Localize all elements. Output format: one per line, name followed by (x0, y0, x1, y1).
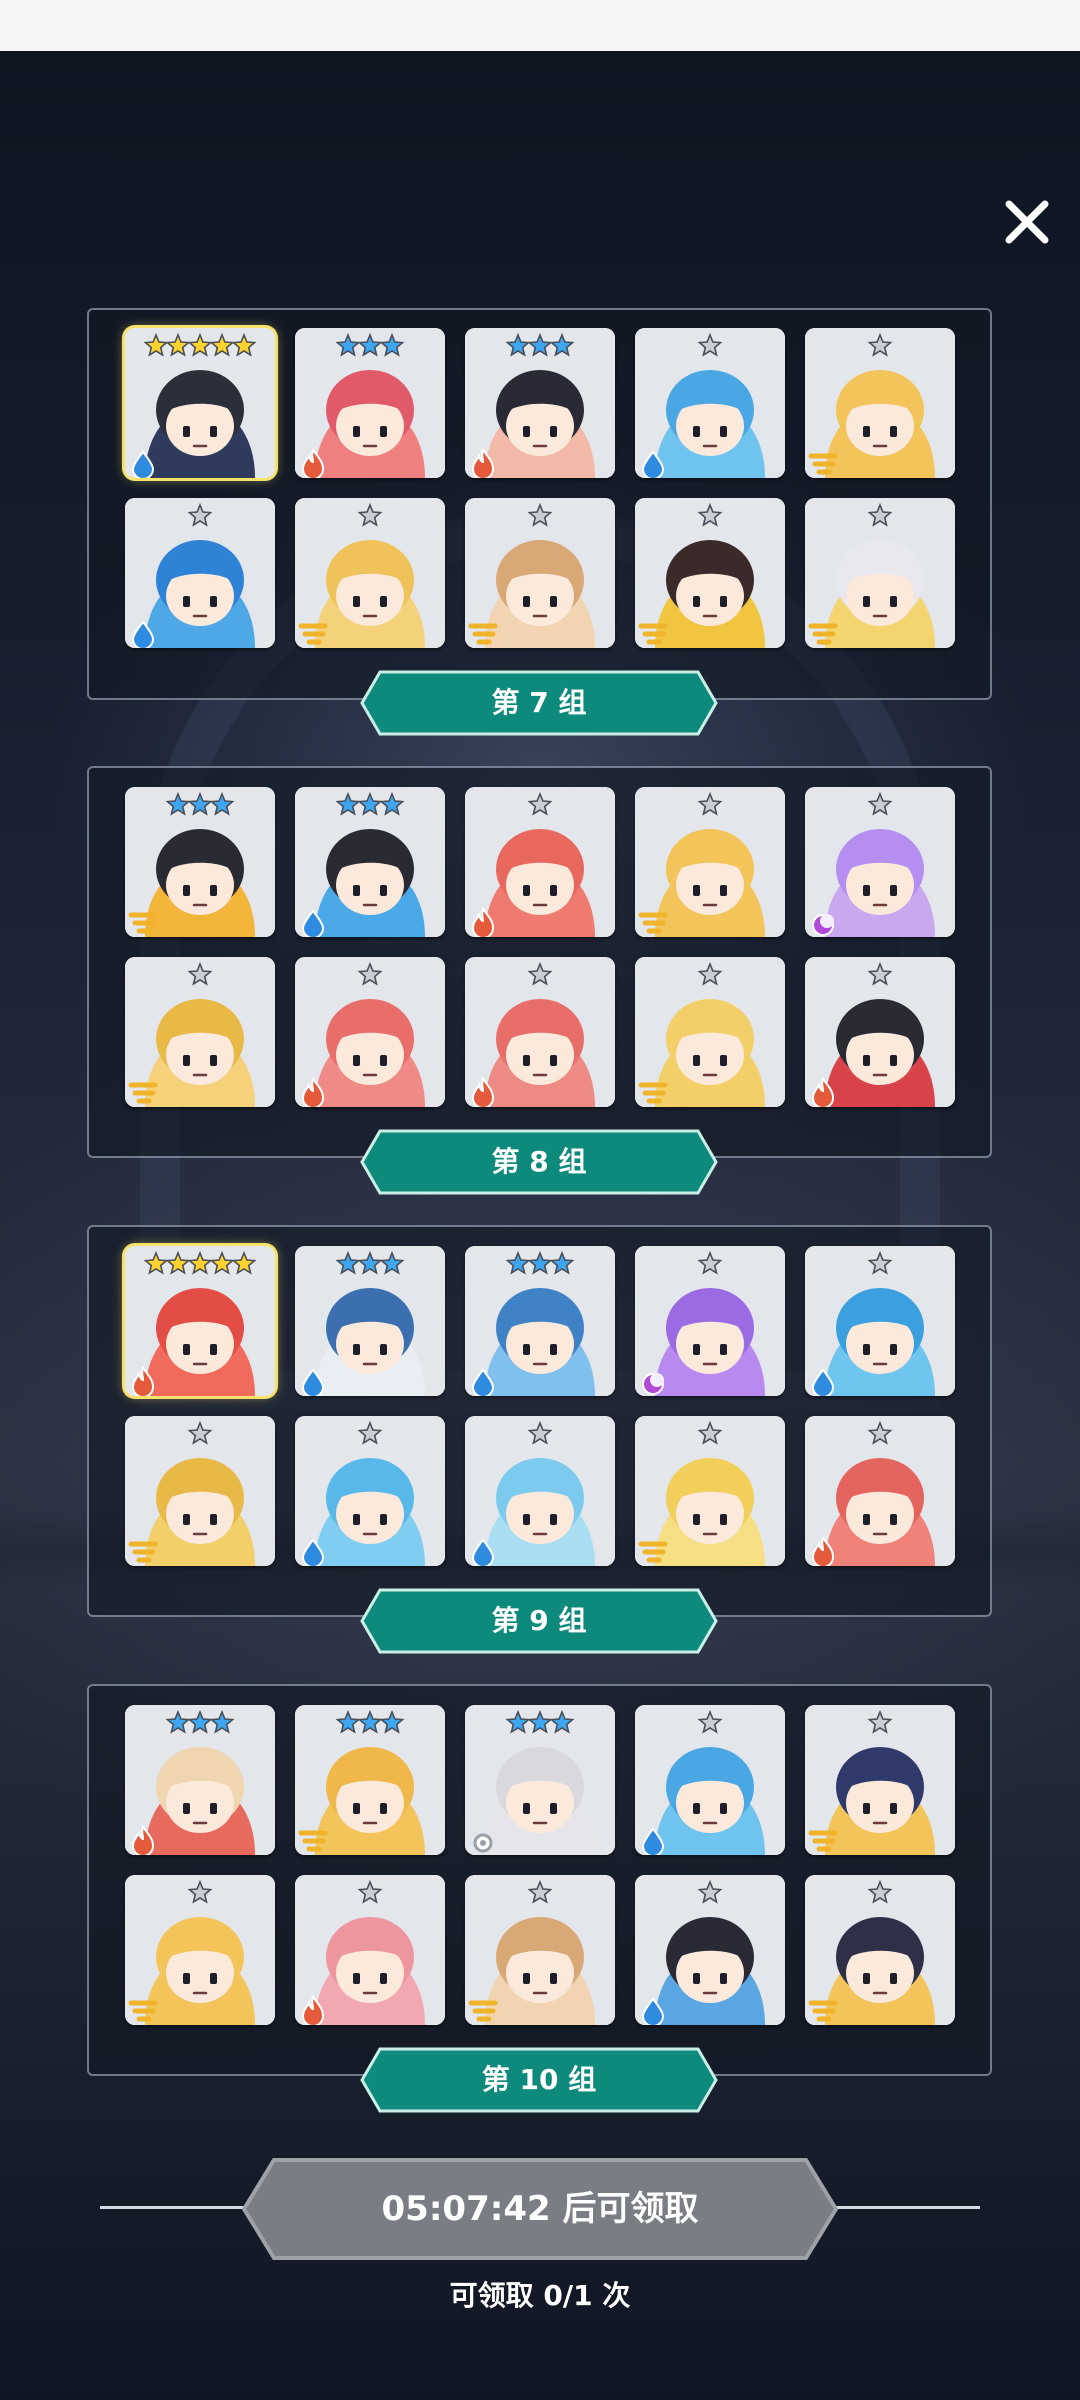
hero-portrait (465, 957, 615, 1107)
element-icon (473, 1833, 493, 1853)
hero-portrait (125, 328, 275, 478)
hero-card[interactable] (805, 1416, 955, 1566)
group-label-10: 第 10 组 (360, 2047, 718, 2113)
hero-card[interactable] (635, 957, 785, 1107)
hero-card[interactable] (295, 1416, 445, 1566)
close-button[interactable] (995, 190, 1059, 254)
hero-portrait (805, 1416, 955, 1566)
hero-card[interactable] (295, 1875, 445, 2025)
claim-count-label: 可领取 0/1 次 (449, 2279, 631, 2312)
hero-portrait (125, 1705, 275, 1855)
hero-portrait (125, 1416, 275, 1566)
hero-card[interactable] (635, 1875, 785, 2025)
hero-card[interactable] (295, 957, 445, 1107)
hero-card[interactable] (635, 498, 785, 648)
hero-card[interactable] (635, 328, 785, 478)
hero-card[interactable] (465, 1416, 615, 1566)
hero-card[interactable] (125, 498, 275, 648)
hero-portrait (635, 787, 785, 937)
hero-card[interactable] (805, 957, 955, 1107)
group-label-7: 第 7 组 (360, 670, 718, 736)
hero-card[interactable] (465, 957, 615, 1107)
hero-card[interactable] (295, 787, 445, 937)
hero-portrait (635, 957, 785, 1107)
hero-card[interactable] (805, 787, 955, 937)
hero-portrait (635, 1416, 785, 1566)
element-icon (812, 914, 834, 936)
close-icon (1005, 200, 1049, 244)
hero-portrait (295, 1416, 445, 1566)
element-icon (642, 1373, 664, 1395)
hero-card[interactable] (125, 328, 275, 478)
hero-portrait (465, 1705, 615, 1855)
hero-card[interactable] (465, 1875, 615, 2025)
hero-portrait (635, 1705, 785, 1855)
hero-portrait (635, 1246, 785, 1396)
hero-card[interactable] (805, 328, 955, 478)
group-label-text: 第 9 组 (491, 1604, 587, 1637)
group-label-text: 第 10 组 (481, 2063, 597, 2096)
hero-portrait (125, 498, 275, 648)
hero-card[interactable] (125, 1416, 275, 1566)
hero-card[interactable] (125, 1875, 275, 2025)
group-label-text: 第 8 组 (491, 1145, 587, 1178)
hero-card[interactable] (465, 1705, 615, 1855)
hero-portrait (805, 498, 955, 648)
hero-portrait (635, 1875, 785, 2025)
hero-card[interactable] (125, 787, 275, 937)
hero-portrait (805, 1705, 955, 1855)
hero-card[interactable] (295, 1246, 445, 1396)
hero-card[interactable] (465, 1246, 615, 1396)
hero-portrait (465, 1875, 615, 2025)
hero-portrait (465, 1246, 615, 1396)
claim-button[interactable]: 05:07:42 后可领取 (240, 2157, 840, 2261)
hero-portrait (125, 1875, 275, 2025)
status-bar (0, 0, 1080, 51)
hero-card[interactable] (295, 328, 445, 478)
hero-card[interactable] (295, 1705, 445, 1855)
hero-portrait (635, 328, 785, 478)
hero-portrait (805, 957, 955, 1107)
hero-portrait (295, 1246, 445, 1396)
claim-timer-label: 05:07:42 后可领取 (381, 2189, 699, 2229)
hero-card[interactable] (125, 1705, 275, 1855)
hero-portrait (125, 957, 275, 1107)
group-label-9: 第 9 组 (360, 1588, 718, 1654)
hero-portrait (295, 957, 445, 1107)
group-label-text: 第 7 组 (491, 686, 587, 719)
hero-portrait (465, 787, 615, 937)
hero-portrait (295, 1705, 445, 1855)
hero-portrait (295, 1875, 445, 2025)
hero-card[interactable] (805, 1705, 955, 1855)
hero-card[interactable] (805, 1246, 955, 1396)
claim-divider-left (100, 2206, 250, 2209)
hero-portrait (465, 328, 615, 478)
hero-portrait (465, 498, 615, 648)
hero-card[interactable] (465, 328, 615, 478)
claim-divider-right (830, 2206, 980, 2209)
hero-card[interactable] (805, 1875, 955, 2025)
hero-card[interactable] (635, 787, 785, 937)
hero-portrait (295, 498, 445, 648)
hero-portrait (295, 328, 445, 478)
hero-card[interactable] (465, 498, 615, 648)
hero-portrait (125, 787, 275, 937)
hero-card[interactable] (635, 1416, 785, 1566)
hero-portrait (635, 498, 785, 648)
hero-portrait (805, 328, 955, 478)
hero-portrait (805, 787, 955, 937)
hero-card[interactable] (805, 498, 955, 648)
hero-card[interactable] (125, 957, 275, 1107)
hero-portrait (465, 1416, 615, 1566)
hero-portrait (125, 1246, 275, 1396)
hero-card[interactable] (635, 1246, 785, 1396)
hero-card[interactable] (295, 498, 445, 648)
hero-card[interactable] (635, 1705, 785, 1855)
hero-card[interactable] (465, 787, 615, 937)
hero-portrait (805, 1246, 955, 1396)
hero-card[interactable] (125, 1246, 275, 1396)
hero-portrait (805, 1875, 955, 2025)
hero-portrait (295, 787, 445, 937)
group-label-8: 第 8 组 (360, 1129, 718, 1195)
